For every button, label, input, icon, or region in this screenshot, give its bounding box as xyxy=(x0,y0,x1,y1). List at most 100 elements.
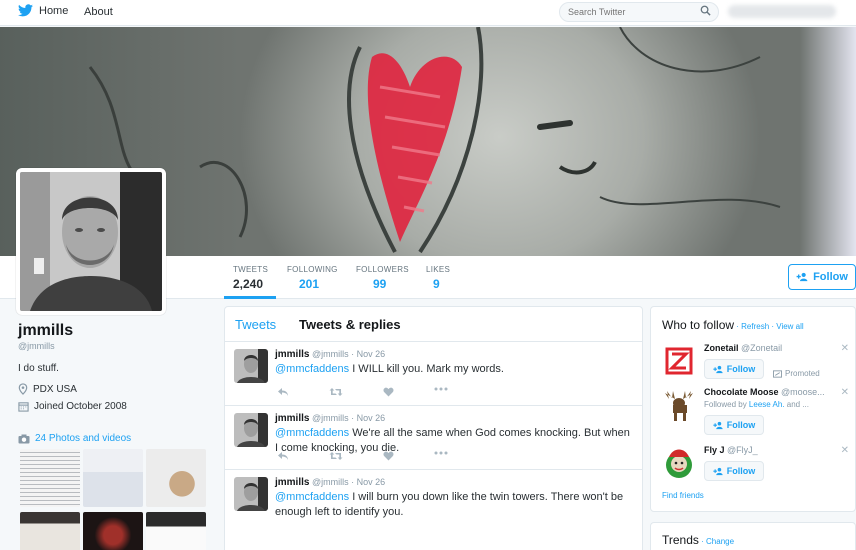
tab-tweets-replies[interactable]: Tweets & replies xyxy=(299,317,401,332)
profile-avatar[interactable] xyxy=(16,168,166,315)
search-icon[interactable] xyxy=(700,5,711,16)
trends-heading: Trends xyxy=(662,533,699,547)
tweet-author-handle[interactable]: @jmmills xyxy=(312,477,349,487)
suggestion-avatar[interactable] xyxy=(661,343,697,379)
tweet-item[interactable]: jmmills @jmmills · Nov 26 @mmcfaddens I … xyxy=(225,342,642,406)
photo-thumbnail[interactable] xyxy=(146,512,206,550)
dismiss-close-icon[interactable]: ✕ xyxy=(841,343,849,354)
suggestion-follow-button[interactable]: Follow xyxy=(704,359,764,379)
suggestion-follow-button[interactable]: Follow xyxy=(704,415,764,435)
followed-by-suffix: and ... xyxy=(784,400,809,409)
tweet-date[interactable]: · Nov 26 xyxy=(351,349,385,359)
profile-name[interactable]: jmmills xyxy=(18,322,218,340)
separator: · xyxy=(698,537,707,546)
tweet-author-name[interactable]: jmmills xyxy=(275,349,309,360)
stat-value: 9 xyxy=(433,277,440,291)
stat-likes[interactable]: LIKES 9 xyxy=(426,265,450,291)
suggestion-handle[interactable]: @Zonetail xyxy=(741,343,782,353)
follow-button[interactable]: Follow xyxy=(788,264,856,290)
suggestion-name[interactable]: Fly J xyxy=(704,445,725,455)
fly-j-avatar-icon xyxy=(661,445,697,481)
avatar-photo xyxy=(234,477,268,511)
tweet-text: @mmcfaddens I WILL kill you. Mark my wor… xyxy=(275,362,635,377)
timeline-tabs: Tweets Tweets & replies xyxy=(225,307,642,342)
retweet-icon[interactable] xyxy=(329,387,343,397)
change-link[interactable]: Change xyxy=(706,537,734,546)
tweet-mention[interactable]: @mmcfaddens xyxy=(275,427,349,439)
add-user-icon xyxy=(713,467,723,475)
tweet-avatar[interactable] xyxy=(234,477,268,511)
tweet-header: jmmills @jmmills · Nov 26 xyxy=(275,349,385,360)
tweet-author-handle[interactable]: @jmmills xyxy=(312,413,349,423)
follow-button-label: Follow xyxy=(813,271,848,283)
suggestion-name[interactable]: Chocolate Moose xyxy=(704,387,779,397)
tweet-author-name[interactable]: jmmills xyxy=(275,477,309,488)
photo-thumbnail[interactable] xyxy=(146,449,206,507)
suggestion-name-line: Fly J @FlyJ_ xyxy=(704,445,758,455)
zonetail-logo-icon xyxy=(661,343,697,379)
suggestion-handle[interactable]: @moose... xyxy=(781,387,825,397)
tweet-timeline: Tweets Tweets & replies jmmills @jmmills… xyxy=(224,306,643,550)
profile-location: PDX USA xyxy=(18,383,218,395)
add-user-icon xyxy=(713,365,723,373)
suggestion-avatar[interactable] xyxy=(661,445,697,481)
stat-followers[interactable]: FOLLOWERS 99 xyxy=(356,265,409,291)
more-icon[interactable] xyxy=(434,451,448,455)
photo-thumbnail[interactable] xyxy=(83,512,143,550)
nav-home-link[interactable]: Home xyxy=(18,4,68,17)
suggestion-handle[interactable]: @FlyJ_ xyxy=(727,445,758,455)
suggestion-name-line: Chocolate Moose @moose... xyxy=(704,387,825,397)
profile-handle[interactable]: @jmmills xyxy=(18,341,218,351)
photos-videos-label: 24 Photos and videos xyxy=(35,433,132,444)
nav-home-label: Home xyxy=(39,4,69,17)
refresh-link[interactable]: Refresh xyxy=(741,322,769,331)
suggestion-avatar[interactable] xyxy=(661,387,697,423)
twitter-bird-icon xyxy=(18,4,33,17)
tweet-date[interactable]: · Nov 26 xyxy=(351,413,385,423)
calendar-icon xyxy=(18,402,29,412)
photo-thumbnail[interactable] xyxy=(83,449,143,507)
tweet-item[interactable]: jmmills @jmmills · Nov 26 @mmcfaddens We… xyxy=(225,406,642,470)
follow-label: Follow xyxy=(726,364,756,374)
blurred-account-area[interactable] xyxy=(728,5,836,18)
suggestion-name[interactable]: Zonetail xyxy=(704,343,739,353)
dismiss-close-icon[interactable]: ✕ xyxy=(841,387,849,398)
who-to-follow-heading: Who to follow xyxy=(662,318,735,332)
top-nav: Home About xyxy=(0,0,856,26)
photos-videos-link[interactable]: 24 Photos and videos xyxy=(18,433,218,444)
avatar-photo xyxy=(234,413,268,447)
tab-tweets[interactable]: Tweets xyxy=(235,317,276,332)
promoted-label: Promoted xyxy=(785,369,820,378)
reply-icon[interactable] xyxy=(277,451,289,461)
tweet-header: jmmills @jmmills · Nov 26 xyxy=(275,413,385,424)
tweet-header: jmmills @jmmills · Nov 26 xyxy=(275,477,385,488)
find-friends-link[interactable]: Find friends xyxy=(662,491,704,500)
reply-icon[interactable] xyxy=(277,387,289,397)
stat-value: 201 xyxy=(299,277,320,291)
like-heart-icon[interactable] xyxy=(383,387,394,397)
suggestion-follow-button[interactable]: Follow xyxy=(704,461,764,481)
retweet-icon[interactable] xyxy=(329,451,343,461)
more-icon[interactable] xyxy=(434,387,448,391)
photo-thumbnail[interactable] xyxy=(20,512,80,550)
dismiss-close-icon[interactable]: ✕ xyxy=(841,445,849,456)
follow-label: Follow xyxy=(726,420,756,430)
tweet-item[interactable]: jmmills @jmmills · Nov 26 @mmcfaddens I … xyxy=(225,470,642,534)
banner-shade-right xyxy=(800,27,856,256)
stat-following[interactable]: FOLLOWING 201 xyxy=(287,265,338,291)
tweet-author-name[interactable]: jmmills xyxy=(275,413,309,424)
tweet-author-handle[interactable]: @jmmills xyxy=(312,349,349,359)
tweet-date[interactable]: · Nov 26 xyxy=(351,477,385,487)
nav-about-link[interactable]: About xyxy=(84,6,113,18)
stat-tweets[interactable]: TWEETS 2,240 xyxy=(233,265,268,291)
view-all-link[interactable]: View all xyxy=(776,322,803,331)
photo-thumbnail[interactable] xyxy=(20,449,80,507)
tweet-mention[interactable]: @mmcfaddens xyxy=(275,363,349,375)
tweet-mention[interactable]: @mmcfaddens xyxy=(275,491,349,503)
search-input[interactable] xyxy=(559,2,719,22)
location-pin-icon xyxy=(18,383,28,395)
tweet-avatar[interactable] xyxy=(234,349,268,383)
followed-by-name[interactable]: Leese Ah. xyxy=(749,400,785,409)
like-heart-icon[interactable] xyxy=(383,451,394,461)
tweet-avatar[interactable] xyxy=(234,413,268,447)
